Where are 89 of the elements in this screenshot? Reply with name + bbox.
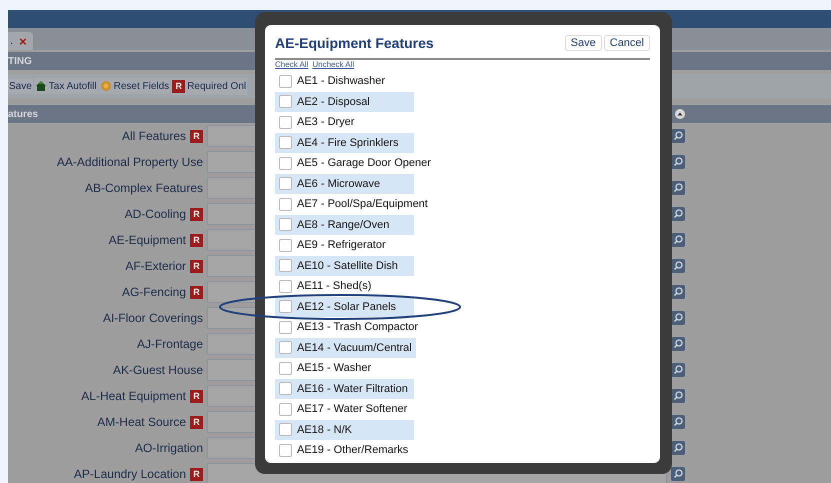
- checkbox[interactable]: [279, 300, 292, 314]
- required-badge: R: [190, 234, 203, 246]
- field-label: AP-Laundry Location: [74, 467, 186, 481]
- checkbox[interactable]: [279, 136, 292, 150]
- required-badge: R: [190, 468, 203, 480]
- search-icon[interactable]: [671, 337, 685, 351]
- field-label: AJ-Frontage: [136, 337, 203, 351]
- checkbox[interactable]: [279, 95, 292, 108]
- required-badge: R: [190, 260, 203, 272]
- field-label: AA-Additional Property Use: [56, 155, 203, 169]
- search-icon[interactable]: [671, 155, 685, 169]
- checkbox-item[interactable]: AE13 - Trash Compactor: [275, 317, 422, 338]
- field-label: AL-Heat Equipment: [81, 389, 186, 403]
- required-badge: R: [190, 286, 203, 298]
- house-icon: [34, 80, 47, 92]
- checkbox-item[interactable]: AE11 - Shed(s): [275, 276, 414, 296]
- field-label: AK-Guest House: [112, 363, 203, 377]
- checkbox-item[interactable]: AE8 - Range/Oven: [275, 214, 414, 235]
- search-icon[interactable]: [671, 389, 685, 403]
- checkbox[interactable]: [279, 280, 292, 293]
- field-label: AG-Fencing: [122, 285, 186, 299]
- search-icon[interactable]: [671, 207, 685, 221]
- dialog-title: AE-Equipment Features: [275, 34, 434, 50]
- tab[interactable]: . ×: [8, 32, 33, 50]
- checkbox[interactable]: [279, 238, 292, 252]
- section-header: atures: [8, 108, 38, 120]
- field-label: AD-Cooling: [124, 207, 186, 221]
- field-label: AB-Complex Features: [84, 181, 203, 195]
- checkbox[interactable]: [279, 198, 292, 211]
- checkbox[interactable]: [279, 74, 292, 88]
- checkbox[interactable]: [279, 402, 292, 416]
- dialog-button[interactable]: Cancel: [604, 34, 650, 50]
- search-icon[interactable]: [671, 311, 685, 325]
- search-icon[interactable]: [671, 363, 685, 377]
- field-label: All Features: [122, 129, 186, 143]
- field-label: AF-Exterior: [125, 259, 186, 273]
- reset-icon: [100, 80, 112, 92]
- checkbox[interactable]: [279, 259, 292, 272]
- checkbox-item[interactable]: AE6 - Microwave: [275, 174, 414, 194]
- link[interactable]: Uncheck All: [312, 60, 354, 69]
- checkbox-item[interactable]: AE9 - Refrigerator: [275, 235, 414, 256]
- search-icon[interactable]: [671, 441, 685, 455]
- checkbox-item[interactable]: AE16 - Water Filtration: [275, 378, 414, 399]
- toolbar-button[interactable]: R Required Onl: [171, 78, 248, 94]
- field-label: AO-Irrigation: [134, 441, 203, 455]
- checkbox[interactable]: [279, 382, 292, 396]
- checkbox-item[interactable]: AE18 - N/K: [275, 420, 414, 440]
- required-badge: R: [190, 416, 203, 428]
- checkbox[interactable]: [279, 362, 292, 375]
- checkbox[interactable]: [279, 218, 292, 232]
- search-icon[interactable]: [671, 233, 685, 247]
- search-icon[interactable]: [671, 129, 685, 143]
- link[interactable]: Check All: [275, 60, 308, 69]
- collapse-icon[interactable]: [674, 108, 686, 120]
- checkbox-item[interactable]: AE3 - Dryer: [275, 112, 414, 132]
- checkbox-item[interactable]: AE5 - Garage Door Opener: [275, 153, 435, 174]
- checkbox-item[interactable]: AE19 - Other/Remarks: [275, 440, 414, 460]
- field-label: AI-Floor Coverings: [102, 311, 203, 325]
- field-label: AM-Heat Source: [97, 415, 186, 429]
- checkbox[interactable]: [279, 423, 292, 436]
- checkbox-item[interactable]: AE12 - Solar Panels: [275, 296, 414, 317]
- checkbox[interactable]: [279, 116, 292, 129]
- required-badge: R: [190, 208, 203, 220]
- checkbox[interactable]: [279, 444, 292, 457]
- checkbox-item[interactable]: AE4 - Fire Sprinklers: [275, 132, 414, 153]
- checkbox-item[interactable]: AE1 - Dishwasher: [275, 71, 414, 92]
- search-icon[interactable]: [671, 181, 685, 195]
- checkbox[interactable]: [279, 156, 292, 170]
- checkbox-item[interactable]: AE2 - Disposal: [275, 92, 414, 112]
- search-icon[interactable]: [671, 467, 685, 481]
- required-badge: R: [190, 390, 203, 402]
- checkbox-item[interactable]: AE14 - Vacuum/Central: [275, 338, 416, 358]
- checkbox-item[interactable]: AE17 - Water Softener: [275, 399, 414, 420]
- checkbox[interactable]: [279, 177, 292, 190]
- checkbox-item[interactable]: AE7 - Pool/Spa/Equipment: [275, 194, 432, 214]
- toolbar-button[interactable]: Reset Fields: [98, 78, 170, 94]
- checkbox-item[interactable]: AE10 - Satellite Dish: [275, 256, 414, 276]
- toolbar-button[interactable]: Save: [8, 78, 33, 94]
- required-badge: R: [172, 80, 186, 92]
- checkbox[interactable]: [279, 341, 292, 354]
- checkbox-item[interactable]: AE15 - Washer: [275, 358, 414, 378]
- field-label: AE-Equipment: [108, 233, 186, 247]
- search-icon[interactable]: [671, 415, 685, 429]
- dialog-button[interactable]: Save: [564, 34, 602, 50]
- toolbar-button[interactable]: Tax Autofill: [34, 78, 98, 94]
- checkbox[interactable]: [279, 320, 292, 334]
- required-badge: R: [190, 130, 203, 142]
- search-icon[interactable]: [671, 259, 685, 273]
- search-icon[interactable]: [671, 285, 685, 299]
